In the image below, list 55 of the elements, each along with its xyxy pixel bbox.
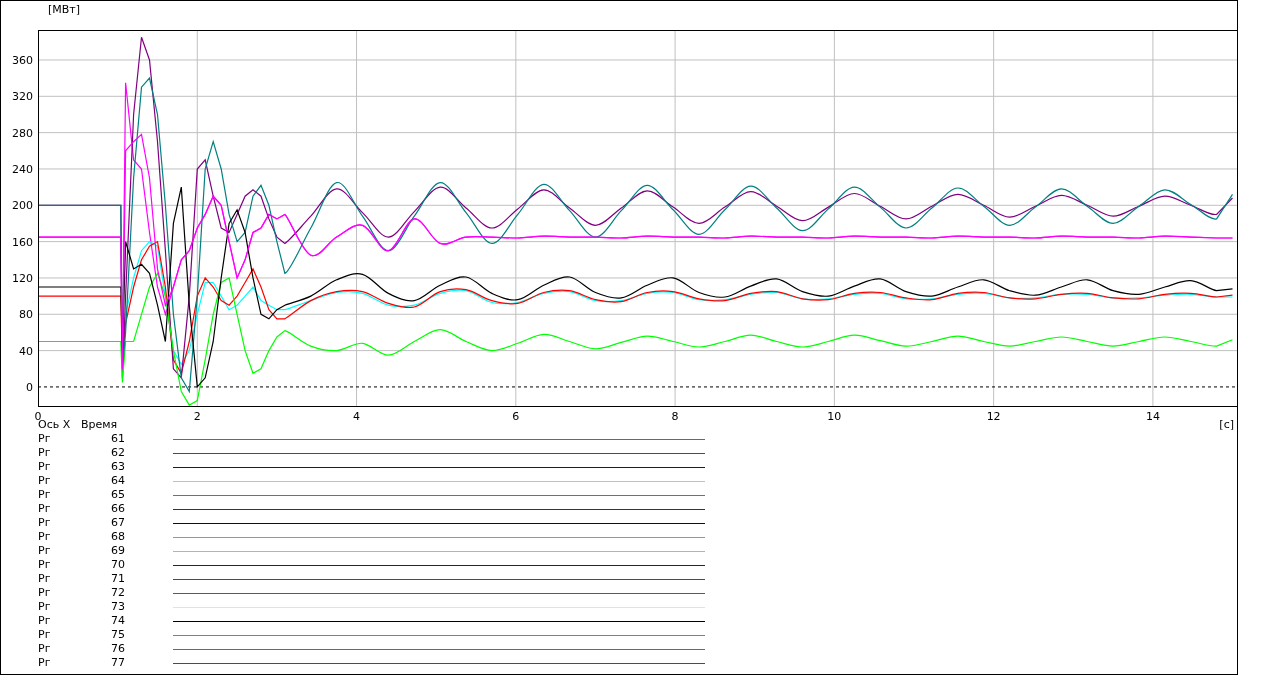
legend-label: Рг xyxy=(38,432,52,446)
legend-label: Рг xyxy=(38,544,52,558)
legend-number: 62 xyxy=(111,446,126,460)
legend-number: 76 xyxy=(111,642,126,656)
legend-label: Рг xyxy=(38,628,52,642)
legend-label: Рг xyxy=(38,586,52,600)
y-tick-label: 360 xyxy=(12,53,33,67)
y-tick-label: 320 xyxy=(12,90,33,104)
y-tick-label: 40 xyxy=(19,344,33,358)
legend-label: Рг xyxy=(38,572,52,586)
y-tick-label: 0 xyxy=(26,380,33,394)
legend-number: 68 xyxy=(111,530,126,544)
legend-number: 75 xyxy=(111,628,126,642)
legend-number: 66 xyxy=(111,502,126,516)
legend-label: Рг xyxy=(38,488,52,502)
legend-number: 71 xyxy=(111,572,126,586)
legend-number: 61 xyxy=(111,432,126,446)
x-tick-label: 2 xyxy=(193,410,201,421)
x-tick-label: 12 xyxy=(986,410,1001,421)
legend-label: Рг xyxy=(38,502,52,516)
legend-label: Рг xyxy=(38,656,52,670)
legend-number: 72 xyxy=(111,586,126,600)
legend-label: Рг xyxy=(38,460,52,474)
legend-number: 69 xyxy=(111,544,126,558)
y-tick-label: 80 xyxy=(19,308,33,322)
y-tick-label: 120 xyxy=(12,271,33,285)
legend-label: Рг xyxy=(38,614,52,628)
x-tick-label: 10 xyxy=(827,410,842,421)
y-tick-label: 280 xyxy=(12,126,33,140)
legend-label: Рг xyxy=(38,600,52,614)
x-axis-unit-label: [с] xyxy=(1219,418,1234,432)
x-tick-label: 4 xyxy=(353,410,361,421)
y-axis-unit-label: [МВт] xyxy=(48,3,81,16)
legend-label: Рг xyxy=(38,642,52,656)
legend-number: 63 xyxy=(111,460,126,474)
x-tick-label: 14 xyxy=(1145,410,1160,421)
x-tick-label: 8 xyxy=(671,410,679,421)
y-tick-label: 200 xyxy=(12,199,33,213)
legend-label: Рг xyxy=(38,474,52,488)
y-tick-label: 160 xyxy=(12,235,33,249)
legend-number: 74 xyxy=(111,614,126,628)
legend-label: Рг xyxy=(38,558,52,572)
legend-label: Рг xyxy=(38,530,52,544)
legend-number: 70 xyxy=(111,558,126,572)
legend-label: Рг xyxy=(38,446,52,460)
legend-number: 64 xyxy=(111,474,126,488)
x-tick-label: 6 xyxy=(512,410,520,421)
legend-number: 77 xyxy=(111,656,126,670)
y-tick-label: 240 xyxy=(12,162,33,176)
legend-number: 65 xyxy=(111,488,126,502)
x-tick-label: 0 xyxy=(34,410,42,421)
legend-number: 73 xyxy=(111,600,126,614)
legend-header: Время xyxy=(81,418,119,432)
legend-number: 67 xyxy=(111,516,126,530)
legend-label: Рг xyxy=(38,516,52,530)
